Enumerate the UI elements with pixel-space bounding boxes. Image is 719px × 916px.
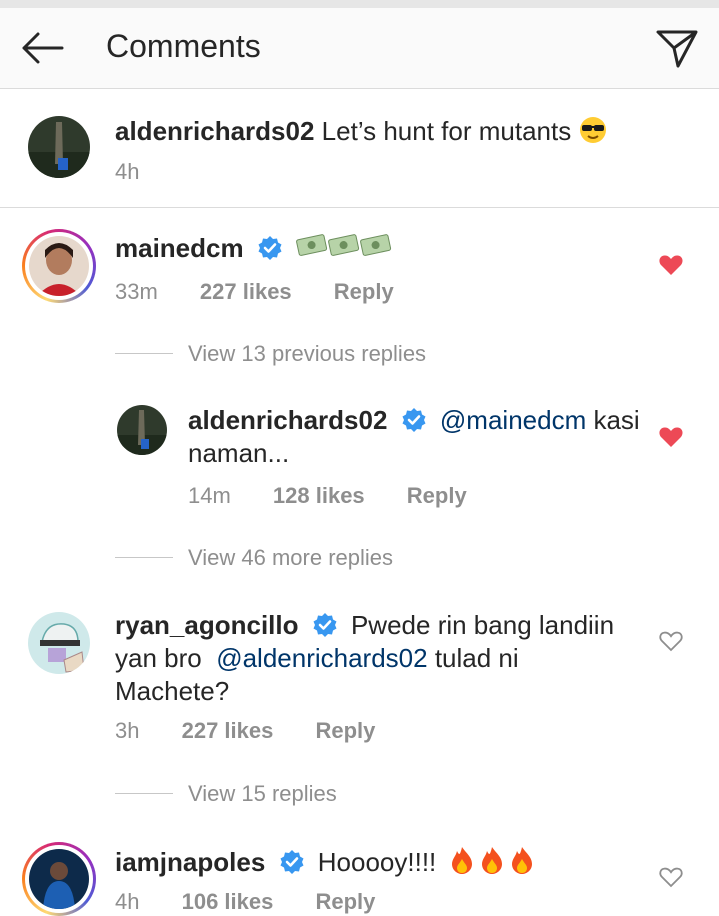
caption-time: 4h (115, 159, 175, 185)
reply-text-line: aldenrichards02 @mainedcm kasi (188, 404, 640, 437)
verified-badge-icon (402, 408, 426, 432)
comment-meta: 3h 227 likes Reply (115, 718, 411, 744)
reply-text-line-2: naman... (188, 438, 290, 468)
sunglasses-emoji-icon (580, 117, 607, 143)
comment-username[interactable]: iamjnapoles (115, 847, 265, 877)
comment-text-line-1: ryan_agoncillo Pwede rin bang landiin (115, 609, 614, 642)
post-caption: aldenrichards02 Let’s hunt for mutants 4… (0, 89, 719, 208)
status-strip (0, 0, 719, 8)
caption-text: Let’s hunt for mutants (321, 116, 572, 146)
caption-text-line: aldenrichards02 Let’s hunt for mutants (115, 115, 608, 148)
view-previous-replies[interactable]: View 13 previous replies (188, 341, 426, 367)
likes-count[interactable]: 227 likes (200, 279, 292, 304)
avatar-image (28, 612, 90, 674)
avatar-image (29, 236, 89, 296)
page-title: Comments (106, 28, 261, 64)
avatar-image (29, 849, 89, 909)
avatar (29, 849, 89, 909)
story-ring[interactable] (22, 229, 96, 303)
mention-link[interactable]: @mainedcm (440, 405, 586, 435)
reply-button[interactable]: Reply (334, 279, 394, 304)
story-ring[interactable] (22, 842, 96, 916)
caption-username[interactable]: aldenrichards02 (115, 116, 314, 146)
comment-timestamp: 33m (115, 279, 158, 304)
back-arrow-icon[interactable] (18, 30, 66, 66)
fire-emoji-icon (448, 845, 540, 883)
avatar-image (117, 405, 167, 455)
mention-link[interactable]: @aldenrichards02 (216, 643, 427, 673)
divider-line (115, 557, 173, 558)
reply-meta: 14m 128 likes Reply (188, 483, 503, 509)
avatar[interactable] (28, 116, 90, 178)
comment-text: Pwede rin bang landiin (350, 610, 615, 640)
avatar (29, 236, 89, 296)
comment-meta: 4h 106 likes Reply (115, 889, 411, 915)
comment-text-line: mainedcm (115, 232, 394, 269)
reply-button[interactable]: Reply (315, 718, 375, 743)
verified-badge-icon (280, 850, 304, 874)
reply-button[interactable]: Reply (315, 889, 375, 914)
likes-count[interactable]: 106 likes (182, 889, 274, 914)
comment-text-line-2: yan bro @aldenrichards02 tulad ni (115, 642, 519, 675)
view-replies[interactable]: View 15 replies (188, 781, 337, 807)
comment-text-line: iamjnapoles Hooooy!!!! (115, 845, 540, 883)
view-more-replies[interactable]: View 46 more replies (188, 545, 393, 571)
reply-button[interactable]: Reply (407, 483, 467, 508)
caption-timestamp: 4h (115, 159, 140, 184)
reply-username[interactable]: aldenrichards02 (188, 405, 387, 435)
comment-username[interactable]: mainedcm (115, 233, 244, 263)
avatar[interactable] (117, 405, 167, 455)
heart-outline-icon[interactable] (658, 865, 684, 889)
comment-text: tulad ni (434, 643, 519, 673)
direct-message-icon[interactable] (654, 26, 700, 70)
comment-username[interactable]: ryan_agoncillo (115, 610, 299, 640)
divider-line (115, 353, 173, 354)
comment-timestamp: 3h (115, 718, 140, 743)
heart-outline-icon[interactable] (658, 629, 684, 653)
likes-count[interactable]: 227 likes (182, 718, 274, 743)
comment-text: Hooooy!!!! (317, 847, 437, 877)
comment-text-line-3: Machete? (115, 676, 230, 706)
avatar[interactable] (28, 612, 90, 674)
divider-line (115, 793, 173, 794)
verified-badge-icon (313, 613, 337, 637)
comment-timestamp: 4h (115, 889, 140, 914)
likes-count[interactable]: 128 likes (273, 483, 365, 508)
comment-text: yan bro (115, 643, 202, 673)
reply-text: kasi (593, 405, 640, 435)
header-bar: Comments (0, 8, 719, 89)
verified-badge-icon (258, 236, 282, 260)
heart-filled-icon[interactable] (658, 253, 684, 277)
reply-timestamp: 14m (188, 483, 231, 508)
avatar-image (28, 116, 90, 178)
comment-meta: 33m 227 likes Reply (115, 279, 430, 305)
heart-filled-icon[interactable] (658, 425, 684, 449)
money-emoji-icon (296, 233, 394, 269)
